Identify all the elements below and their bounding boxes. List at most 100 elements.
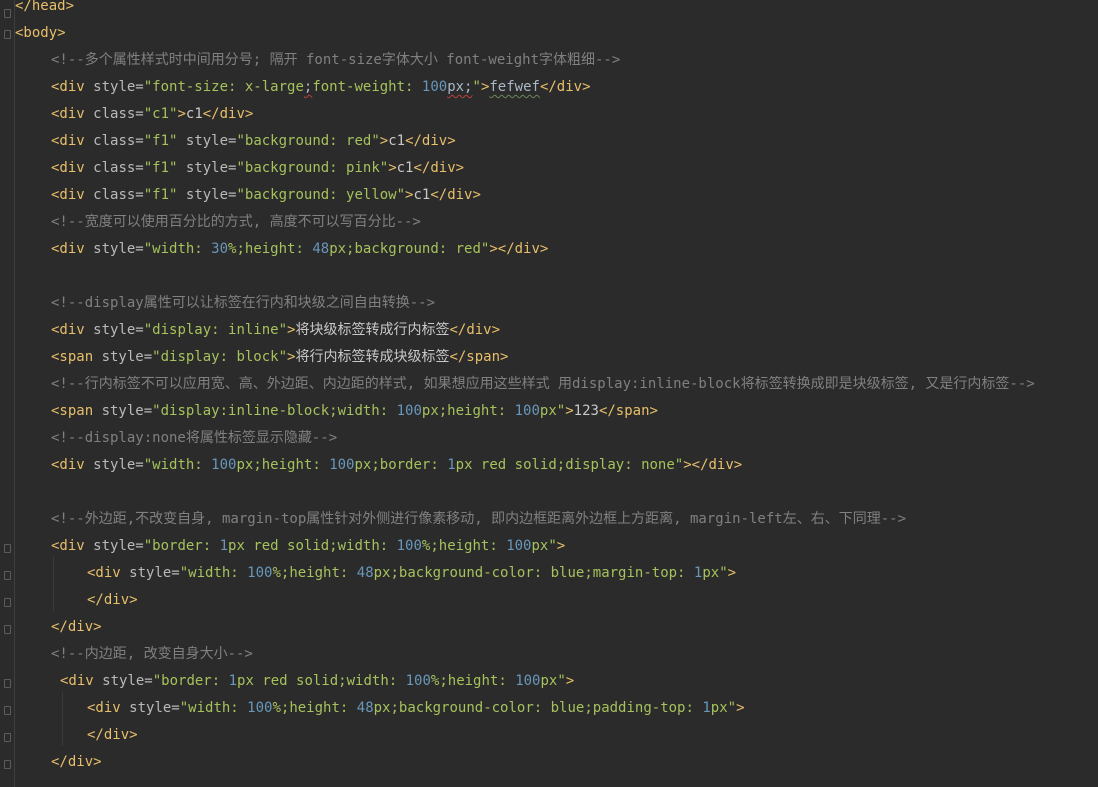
code-token: <div [87, 565, 130, 581]
code-token: </div> [51, 754, 102, 770]
code-editor[interactable]: </head> <body> <!--多个属性样式时中间用分号; 隔开 font-s… [0, 0, 1098, 787]
fold-marker-icon[interactable] [4, 706, 11, 715]
code-line[interactable]: <!--行内标签不可以应用宽、高、外边距、内边距的样式, 如果想应用这些样式 用… [51, 371, 1035, 398]
code-line[interactable]: <div style="width: 100px;height: 100px;b… [51, 452, 742, 479]
code-line[interactable]: </div> [51, 614, 102, 641]
code-token: <div [51, 106, 94, 122]
code-token: style= [101, 349, 153, 365]
fold-marker-icon[interactable] [4, 571, 11, 580]
code-token: > [565, 673, 575, 689]
code-token: 48 [356, 565, 374, 581]
code-line[interactable]: <!--内边距, 改变自身大小--> [51, 641, 253, 668]
code-line[interactable]: <div style="border: 1px red solid;width:… [51, 533, 565, 560]
code-area[interactable]: </head> <body> <!--多个属性样式时中间用分号; 隔开 font-s… [15, 0, 1098, 787]
code-token: </head> [15, 0, 75, 14]
code-line[interactable]: <div style="width: 30%;height: 48px;back… [51, 236, 548, 263]
code-line[interactable]: <div style="font-size: x-large;font-weig… [51, 74, 591, 101]
code-token: </span> [449, 349, 509, 365]
code-token: "width: [179, 700, 248, 716]
code-line[interactable]: <body> [15, 20, 66, 47]
code-token: </div> [449, 322, 501, 338]
code-line[interactable]: <!--多个属性样式时中间用分号; 隔开 font-size字体大小 font-… [51, 47, 620, 74]
code-token: "border: [152, 673, 229, 689]
code-line[interactable]: <div class="f1" style="background: yello… [51, 182, 481, 209]
code-token: <!--display属性可以让标签在行内和块级之间自由转换--> [51, 295, 436, 311]
code-token: </div> [87, 592, 138, 608]
code-token: c1 [185, 106, 203, 122]
code-token: <!--内边距, 改变自身大小--> [51, 646, 253, 662]
code-token: "f1" [143, 187, 186, 203]
code-token: 100 [247, 700, 273, 716]
code-line[interactable]: <!--外边距,不改变自身, margin-top属性针对外侧进行像素移动, 即… [51, 506, 906, 533]
code-token: <div [87, 700, 130, 716]
code-line[interactable]: <span style="display: block">将行内标签转成块级标签… [51, 344, 508, 371]
code-token: 123 [573, 403, 599, 419]
code-line[interactable]: </head> [15, 0, 74, 20]
code-line[interactable]: </div> [51, 749, 102, 776]
code-token: <div [51, 79, 94, 95]
code-token: 100 [329, 457, 355, 473]
code-line[interactable]: <div class="f1" style="background: red">… [51, 128, 456, 155]
code-line[interactable]: <div class="c1">c1</div> [51, 101, 253, 128]
code-token: <div [51, 322, 94, 338]
code-token: <span [51, 403, 102, 419]
code-line[interactable]: <!--宽度可以使用百分比的方式, 高度不可以写百分比--> [51, 209, 421, 236]
code-token: px;background-color: blue;padding-top: [373, 700, 703, 716]
code-token: 100 [514, 403, 540, 419]
code-token: <div [51, 241, 94, 257]
code-token: px red solid;width: [228, 538, 397, 554]
code-token: > [556, 538, 566, 554]
code-token: </div> [405, 133, 456, 149]
code-token: <div [51, 538, 94, 554]
code-token: "background: pink" [236, 160, 389, 176]
code-token: ></div> [683, 457, 743, 473]
code-token: </div> [413, 160, 465, 176]
code-token: </div> [87, 727, 138, 743]
code-token: c1 [388, 133, 406, 149]
fold-marker-icon[interactable] [4, 679, 11, 688]
code-token: <div [51, 160, 94, 176]
code-token: </div> [539, 79, 591, 95]
code-token: 48 [356, 700, 374, 716]
code-token: px" [702, 565, 728, 581]
fold-marker-icon[interactable] [4, 733, 11, 742]
code-token: <span [51, 349, 102, 365]
code-line[interactable]: <!--display属性可以让标签在行内和块级之间自由转换--> [51, 290, 435, 317]
code-line[interactable]: <div style="width: 100%;height: 48px;bac… [87, 560, 736, 587]
code-token: ></div> [489, 241, 549, 257]
code-token: 100 [506, 538, 532, 554]
fold-marker-icon[interactable] [4, 544, 11, 553]
fold-marker-icon[interactable] [4, 9, 11, 18]
code-token: px red solid;display: none" [455, 457, 684, 473]
code-token: " [472, 79, 481, 95]
code-line[interactable]: <div style="width: 100%;height: 48px;bac… [87, 695, 745, 722]
code-token: fefwef [489, 79, 540, 95]
fold-marker-icon[interactable] [4, 625, 11, 634]
fold-marker-icon[interactable] [4, 598, 11, 607]
code-line[interactable]: </div> [87, 722, 138, 749]
code-token: "c1" [143, 106, 178, 122]
code-line[interactable]: </div> [87, 587, 138, 614]
code-token: </div> [51, 619, 102, 635]
code-line[interactable]: <div style="display: inline">将块级标签转成行内标签… [51, 317, 500, 344]
code-token: px red solid;width: [237, 673, 406, 689]
fold-marker-icon[interactable] [4, 30, 11, 39]
code-line[interactable]: <div style="border: 1px red solid;width:… [60, 668, 574, 695]
code-line[interactable]: <!--display:none将属性标签显示隐藏--> [51, 425, 337, 452]
editor-gutter[interactable] [0, 0, 15, 787]
code-line[interactable]: <span style="display:inline-block;width:… [51, 398, 658, 425]
code-token: <div [51, 457, 94, 473]
code-token: "width: [143, 241, 212, 257]
code-token: <div [51, 187, 94, 203]
code-token: px;background: red" [329, 241, 490, 257]
code-token: > [736, 700, 745, 716]
fold-marker-icon[interactable] [4, 760, 11, 769]
code-token: %;height: [272, 700, 357, 716]
code-token: <!--外边距,不改变自身, margin-top属性针对外侧进行像素移动, 即… [51, 511, 907, 527]
code-token: "f1" [143, 160, 186, 176]
code-token: <!--宽度可以使用百分比的方式, 高度不可以写百分比--> [51, 214, 421, 230]
code-token: 将块级标签转成行内标签 [295, 322, 450, 338]
code-token: <div [51, 133, 94, 149]
code-token: px" [539, 403, 566, 419]
code-line[interactable]: <div class="f1" style="background: pink"… [51, 155, 464, 182]
